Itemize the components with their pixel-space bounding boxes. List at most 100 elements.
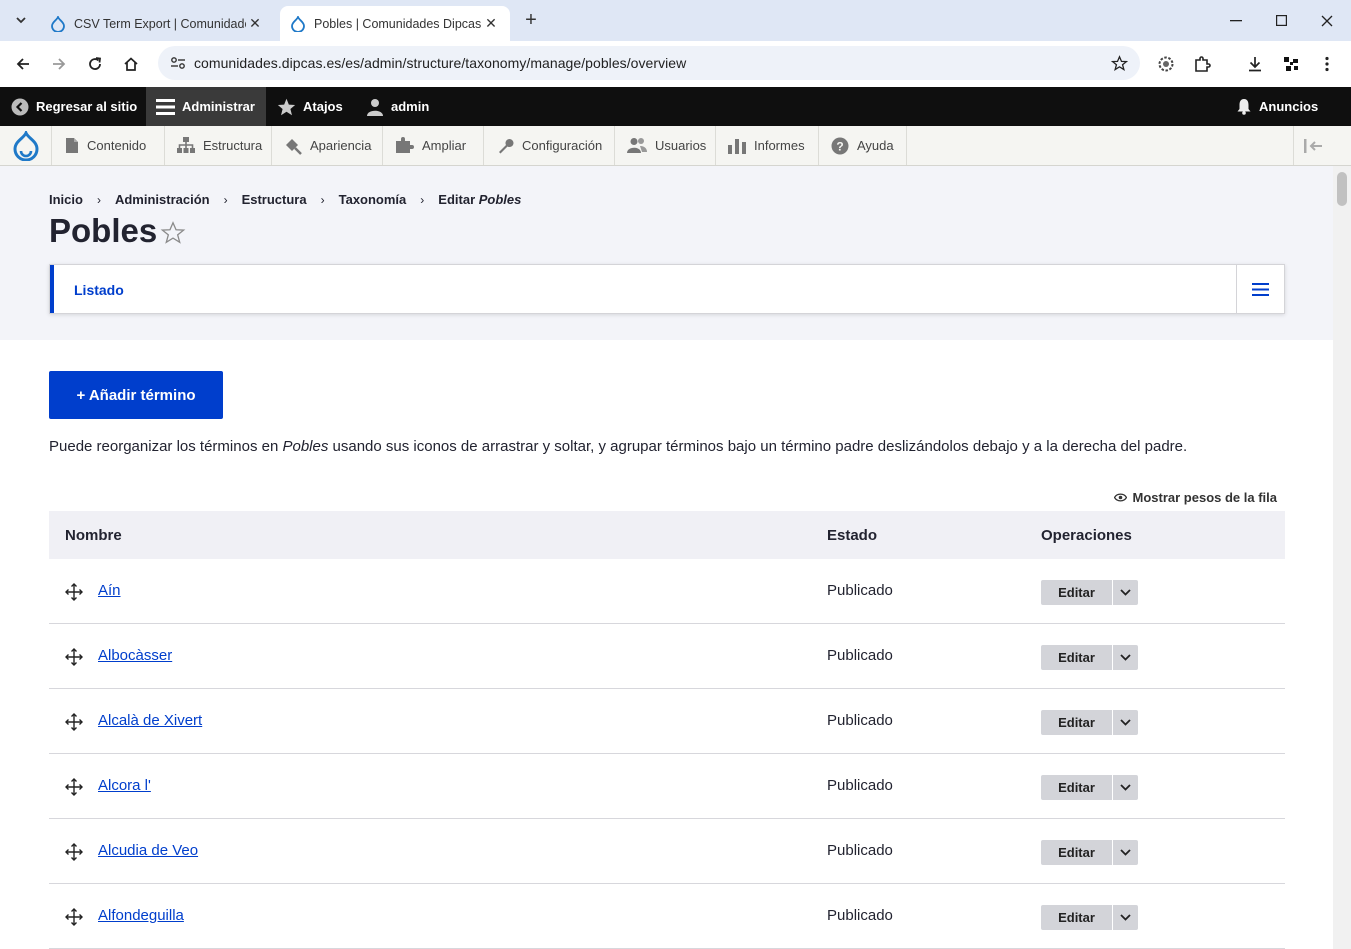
browser-tab-pobles[interactable]: Pobles | Comunidades Dipcas ✕: [280, 6, 510, 41]
breadcrumb-link-edit[interactable]: Editar Pobles: [438, 192, 521, 207]
tray-label: Contenido: [87, 138, 147, 153]
users-icon: [627, 137, 647, 154]
chevron-down-icon[interactable]: [1113, 580, 1138, 605]
eye-icon: [1113, 493, 1127, 502]
close-icon[interactable]: ✕: [482, 15, 500, 32]
chevron-down-icon[interactable]: [1113, 710, 1138, 735]
manage-menu[interactable]: Administrar: [146, 87, 266, 126]
table-header: Nombre Estado Operaciones: [49, 511, 1285, 559]
back-to-site-label: Regresar al sitio: [36, 99, 138, 114]
page-scrollbar[interactable]: [1333, 166, 1351, 949]
maximize-icon[interactable]: [1258, 0, 1304, 41]
edit-button[interactable]: Editar: [1041, 775, 1112, 800]
edit-button[interactable]: Editar: [1041, 840, 1112, 865]
drag-handle-icon[interactable]: [65, 908, 83, 926]
tray-label: Usuarios: [655, 138, 707, 153]
collapse-tray-icon[interactable]: [1293, 126, 1333, 165]
user-menu[interactable]: admin: [366, 87, 429, 126]
tray-item-reports[interactable]: Informes: [716, 126, 819, 165]
drag-handle-icon[interactable]: [65, 583, 83, 601]
minimize-icon[interactable]: [1213, 0, 1259, 41]
tabs-menu-button[interactable]: [1236, 265, 1284, 313]
tray-item-extend[interactable]: Ampliar: [383, 126, 484, 165]
back-to-site-link[interactable]: Regresar al sitio: [11, 87, 137, 126]
reload-icon[interactable]: [80, 49, 110, 79]
drupal-admin-toolbar: Regresar al sitio Administrar Atajos adm…: [0, 87, 1351, 126]
drag-handle-icon[interactable]: [65, 778, 83, 796]
term-status: Publicado: [827, 647, 893, 664]
tray-item-configuration[interactable]: Configuración: [484, 126, 615, 165]
tray-item-users[interactable]: Usuarios: [615, 126, 716, 165]
tab-title: Pobles | Comunidades Dipcas: [314, 16, 482, 31]
extensions-puzzle-icon[interactable]: [1187, 49, 1217, 79]
tab-search-button[interactable]: [8, 8, 34, 32]
forward-arrow-icon[interactable]: [44, 49, 74, 79]
show-row-weights-toggle[interactable]: Mostrar pesos de la fila: [1113, 490, 1277, 505]
bookmark-star-icon[interactable]: [1104, 54, 1134, 72]
page-title: Pobles: [49, 212, 158, 249]
term-status: Publicado: [827, 777, 893, 794]
table-row: Alcora l' Publicado Editar: [49, 754, 1285, 819]
home-icon[interactable]: [116, 49, 146, 79]
shortcuts-menu[interactable]: Atajos: [277, 87, 343, 126]
drupal-logo-icon[interactable]: [0, 126, 52, 165]
add-term-button[interactable]: + Añadir término: [49, 371, 223, 419]
more-vert-icon[interactable]: [1312, 49, 1342, 79]
new-tab-button[interactable]: +: [518, 9, 544, 33]
breadcrumb-separator: ›: [320, 192, 325, 207]
chevron-down-icon[interactable]: [1113, 645, 1138, 670]
chevron-down-icon[interactable]: [1113, 840, 1138, 865]
breadcrumb-link-admin[interactable]: Administración: [115, 192, 210, 207]
tray-label: Ampliar: [422, 138, 467, 153]
operations-dropbutton: Editar: [1041, 580, 1138, 605]
site-info-icon[interactable]: [164, 56, 192, 70]
table-row: Alcalà de Xivert Publicado Editar: [49, 689, 1285, 754]
breadcrumb-link-home[interactable]: Inicio: [49, 192, 83, 207]
announcements-menu[interactable]: Anuncios: [1236, 87, 1318, 126]
tray-item-structure[interactable]: Estructura: [165, 126, 272, 165]
term-status: Publicado: [827, 907, 893, 924]
term-name-link[interactable]: Alcudia de Veo: [98, 842, 198, 859]
window-close-icon[interactable]: [1304, 0, 1350, 41]
download-icon[interactable]: [1240, 49, 1270, 79]
chevron-down-icon[interactable]: [1113, 775, 1138, 800]
edit-button[interactable]: Editar: [1041, 580, 1112, 605]
drag-handle-icon[interactable]: [65, 648, 83, 666]
help-text: Puede reorganizar los términos en Pobles…: [49, 438, 1187, 455]
drag-handle-icon[interactable]: [65, 713, 83, 731]
close-icon[interactable]: ✕: [246, 15, 264, 32]
chevron-down-icon[interactable]: [1113, 905, 1138, 930]
tab-listado[interactable]: Listado: [74, 282, 124, 298]
browser-tab-csv-export[interactable]: CSV Term Export | Comunidade ✕: [40, 6, 274, 41]
address-bar[interactable]: comunidades.dipcas.es/es/admin/structure…: [158, 46, 1140, 80]
edit-button[interactable]: Editar: [1041, 710, 1112, 735]
help-icon: ?: [831, 137, 849, 155]
tray-item-appearance[interactable]: Apariencia: [272, 126, 383, 165]
column-header-operations: Operaciones: [1041, 527, 1132, 544]
column-header-status: Estado: [827, 527, 878, 544]
tray-item-content[interactable]: Contenido: [53, 126, 165, 165]
scrollbar-thumb[interactable]: [1337, 172, 1347, 206]
favorite-star-icon[interactable]: [160, 220, 186, 246]
back-arrow-icon[interactable]: [8, 49, 38, 79]
breadcrumb-link-structure[interactable]: Estructura: [242, 192, 307, 207]
tray-item-help[interactable]: ? Ayuda: [819, 126, 907, 165]
term-name-link[interactable]: Alfondeguilla: [98, 907, 184, 924]
breadcrumb-link-taxonomy[interactable]: Taxonomía: [339, 192, 407, 207]
term-name-link[interactable]: Alcalà de Xivert: [98, 712, 202, 729]
operations-dropbutton: Editar: [1041, 840, 1138, 865]
drupal-favicon-icon: [290, 15, 306, 32]
profile-avatar-icon[interactable]: [1276, 49, 1306, 79]
term-name-link[interactable]: Aín: [98, 582, 121, 599]
edit-button[interactable]: Editar: [1041, 905, 1112, 930]
puzzle-icon: [395, 137, 414, 154]
term-name-link[interactable]: Alcora l': [98, 777, 151, 794]
file-icon: [65, 137, 79, 154]
breadcrumb-separator: ›: [420, 192, 425, 207]
hamburger-icon: [1252, 282, 1269, 296]
edit-button[interactable]: Editar: [1041, 645, 1112, 670]
extension-gear-icon[interactable]: [1151, 49, 1181, 79]
term-name-link[interactable]: Albocàsser: [98, 647, 172, 664]
column-header-name: Nombre: [65, 527, 122, 544]
drag-handle-icon[interactable]: [65, 843, 83, 861]
